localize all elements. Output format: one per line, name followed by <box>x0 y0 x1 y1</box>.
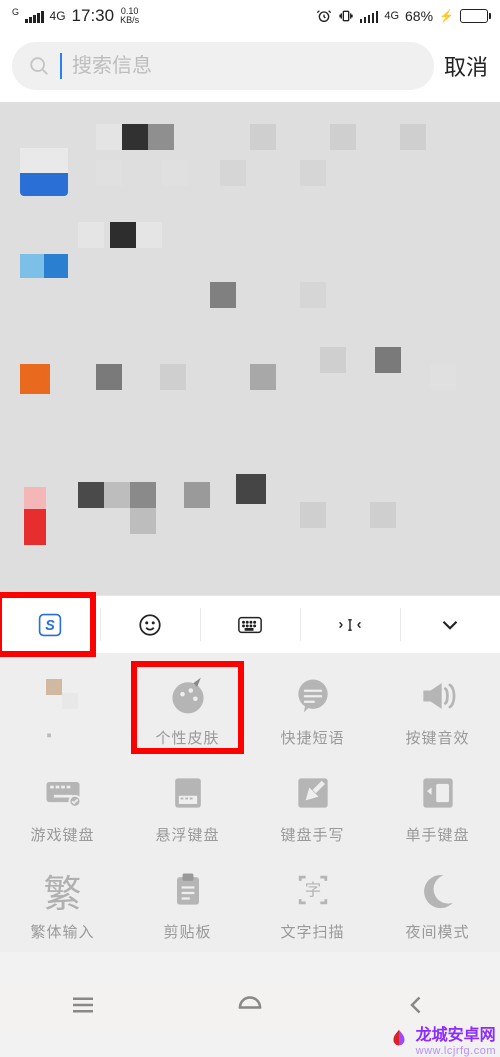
float-keyboard-icon <box>166 771 210 815</box>
emoji-button[interactable] <box>100 596 200 653</box>
panel-item-label: 繁体输入 <box>30 921 94 942</box>
panel-item-ocr[interactable]: 字 文字扫描 <box>250 867 375 942</box>
emoji-icon <box>137 612 163 638</box>
keyboard-icon <box>237 612 263 638</box>
watermark-name: 龙城安卓网 <box>416 1021 496 1045</box>
panel-item-label: 个性皮肤 <box>155 727 219 748</box>
nav-menu-button[interactable] <box>68 990 98 1025</box>
chat-icon <box>291 674 335 718</box>
watermark-logo-icon <box>388 1028 410 1050</box>
panel-item-label: 快捷短语 <box>280 727 344 748</box>
status-bar: G 4G 17:30 0.10KB/s 4G 68% ⚡ <box>0 0 500 32</box>
scan-text-icon: 字 <box>291 868 335 912</box>
panel-item-float[interactable]: 悬浮键盘 <box>125 770 250 845</box>
battery-pct: 68% <box>405 8 433 24</box>
panel-item-handwrite[interactable]: 键盘手写 <box>250 770 375 845</box>
search-box[interactable] <box>12 42 434 90</box>
net-speed: 0.10KB/s <box>120 7 139 25</box>
palette-icon <box>166 674 210 718</box>
panel-item-traditional[interactable]: 繁 繁体输入 <box>0 867 125 942</box>
moon-icon <box>416 868 460 912</box>
cursor-move-icon <box>337 612 363 638</box>
svg-text:字: 字 <box>304 881 321 900</box>
panel-item-label: 夜间模式 <box>405 921 469 942</box>
sogou-logo-icon: S <box>37 612 63 638</box>
panel-item-clipboard[interactable]: 剪贴板 <box>125 867 250 942</box>
traditional-glyph-icon: 繁 <box>43 863 81 918</box>
panel-item-label: 按键音效 <box>405 727 469 748</box>
battery-icon <box>460 9 488 23</box>
signal-icon <box>25 10 44 23</box>
keyboard-toolbar: S <box>0 595 500 653</box>
panel-item-skin[interactable]: 个性皮肤 <box>125 673 250 748</box>
panel-item-label: 游戏键盘 <box>30 824 94 845</box>
collapse-button[interactable] <box>400 596 500 653</box>
handwrite-icon <box>291 771 335 815</box>
clipboard-icon <box>166 868 210 912</box>
search-icon <box>28 55 50 77</box>
status-time: 17:30 <box>72 6 115 26</box>
charge-icon: ⚡ <box>439 9 454 23</box>
message-list-blurred <box>0 102 500 595</box>
menu-icon <box>68 990 98 1020</box>
back-icon <box>402 990 432 1020</box>
svg-text:S: S <box>45 618 55 634</box>
cancel-button[interactable]: 取消 <box>444 50 488 82</box>
home-icon <box>235 990 265 1020</box>
panel-item-label: 单手键盘 <box>405 824 469 845</box>
panel-item-blurred[interactable]: ▪ <box>0 673 125 748</box>
speaker-icon <box>416 674 460 718</box>
nav-back-button[interactable] <box>402 990 432 1025</box>
cursor-move-button[interactable] <box>300 596 400 653</box>
keyboard-switch-button[interactable] <box>200 596 300 653</box>
search-input[interactable] <box>72 55 418 78</box>
game-keyboard-icon <box>41 771 85 815</box>
keyboard-settings-panel: ▪ 个性皮肤 快捷短语 按键音效 游戏键盘 悬浮键盘 键盘手写 <box>0 653 500 952</box>
panel-item-onehand[interactable]: 单手键盘 <box>375 770 500 845</box>
panel-item-phrases[interactable]: 快捷短语 <box>250 673 375 748</box>
onehand-icon <box>416 771 460 815</box>
text-caret <box>60 53 62 79</box>
panel-item-label: 剪贴板 <box>163 921 211 942</box>
watermark: 龙城安卓网 www.lcjrfg.com <box>388 1021 496 1057</box>
search-row: 取消 <box>0 32 500 102</box>
alarm-icon <box>316 8 332 24</box>
ime-logo-button[interactable]: S <box>0 596 100 653</box>
vibrate-icon <box>338 8 354 24</box>
carrier-g: G <box>12 8 19 17</box>
watermark-url: www.lcjrfg.com <box>416 1045 496 1057</box>
nav-home-button[interactable] <box>235 990 265 1025</box>
panel-item-night[interactable]: 夜间模式 <box>375 867 500 942</box>
panel-item-label: ▪ <box>46 727 78 744</box>
panel-item-label: 文字扫描 <box>280 921 344 942</box>
panel-item-label: 悬浮键盘 <box>155 824 219 845</box>
panel-item-sound[interactable]: 按键音效 <box>375 673 500 748</box>
signal-icon-2 <box>360 10 379 23</box>
net-4g-left: 4G <box>50 9 66 23</box>
panel-item-label: 键盘手写 <box>280 824 344 845</box>
net-4g-right: 4G <box>384 10 399 22</box>
panel-item-game[interactable]: 游戏键盘 <box>0 770 125 845</box>
chevron-down-icon <box>437 612 463 638</box>
